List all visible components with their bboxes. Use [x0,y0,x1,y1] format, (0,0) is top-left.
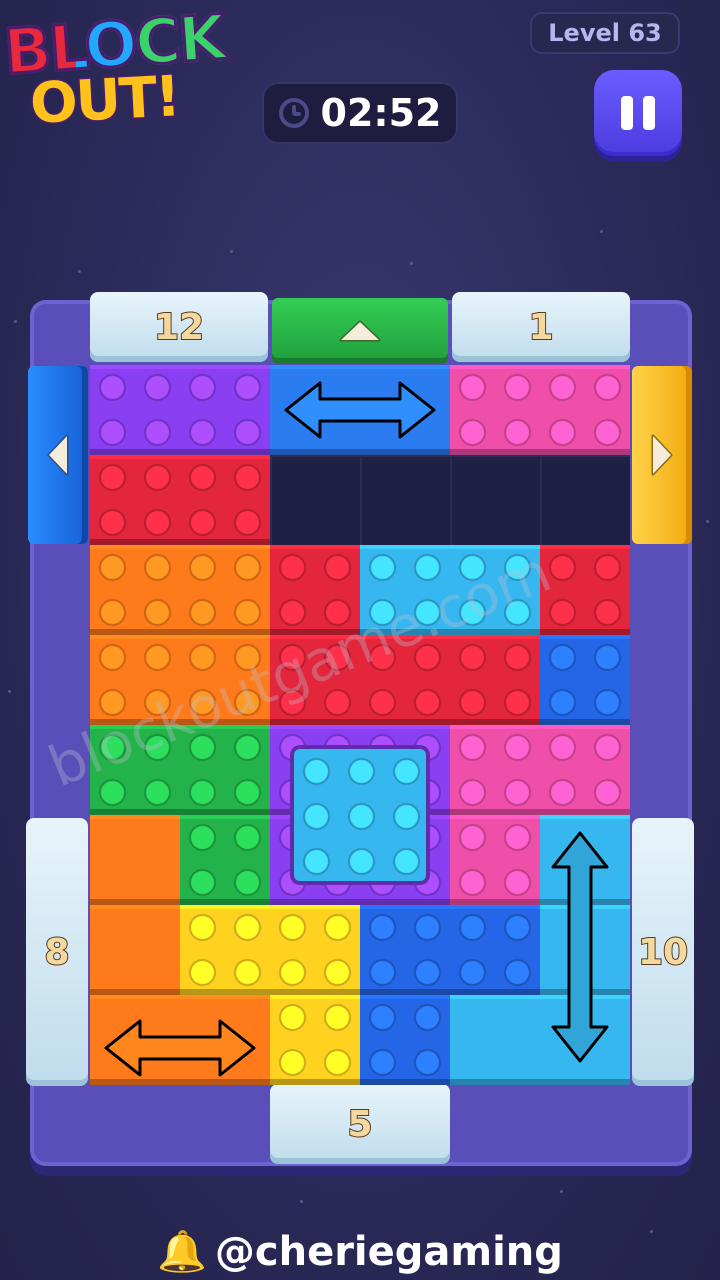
gate-count: 1 [527,306,554,349]
block-pink-top[interactable] [540,365,630,455]
block-yellow[interactable] [270,905,360,995]
block-cyan-arrow[interactable] [450,995,540,1085]
gate-top-right: 1 [452,292,630,362]
block-orange-big[interactable] [180,545,270,635]
block-royal-bot[interactable] [360,995,450,1085]
gate-bottom: 5 [270,1084,450,1164]
game-logo: BLOCK OUT! [0,0,270,150]
level-indicator: Level 63 [530,12,680,54]
pause-icon [621,96,633,130]
block-green[interactable] [180,815,270,905]
timer: 02:52 [262,82,458,144]
gate-right: 10 [632,818,694,1086]
block-purple[interactable] [180,365,270,455]
timer-value: 02:52 [320,91,442,135]
up-arrow-icon [339,320,381,342]
horizontal-arrow-icon [284,381,436,439]
block-pink-mid[interactable] [540,725,630,815]
block-royal-bot[interactable] [450,905,540,995]
gate-count: 12 [153,306,205,349]
block-purple[interactable] [90,365,180,455]
gate-top-green [272,298,448,364]
creator-handle: 🔔 @cheriegaming [0,1228,720,1275]
vertical-arrow-icon [551,831,609,1063]
block-red-top[interactable] [180,455,270,545]
gate-count: 10 [637,931,689,974]
block-pink-mid[interactable] [450,725,540,815]
gate-top-left: 12 [90,292,268,362]
block-pink-top[interactable] [450,365,540,455]
gate-count: 5 [346,1103,373,1146]
gate-count: 8 [43,931,70,974]
pause-icon-bar [643,96,655,130]
block-orange-L[interactable] [90,815,180,905]
block-pink-mid[interactable] [450,815,540,905]
handle-text: @cheriegaming [214,1229,563,1275]
block-orange-L[interactable] [90,905,180,995]
gate-left: 8 [26,818,88,1086]
right-arrow-icon [651,434,673,476]
block-royal-small[interactable] [540,635,630,725]
block-yellow[interactable] [270,995,360,1085]
block-yellow[interactable] [180,905,270,995]
block-red-mid[interactable] [450,635,540,725]
left-arrow-icon [47,434,69,476]
block-cyan-inner[interactable] [294,749,426,881]
clock-icon [278,98,309,128]
gate-left-blue [28,366,88,544]
bell-icon: 🔔 [157,1229,207,1275]
block-royal-bot[interactable] [360,905,450,995]
gate-right-yellow [632,366,692,544]
horizontal-arrow-icon [104,1019,256,1077]
logo-text-out: OUT! [27,63,182,139]
block-orange-big[interactable] [90,545,180,635]
block-red-top[interactable] [90,455,180,545]
pause-button[interactable] [594,70,682,156]
